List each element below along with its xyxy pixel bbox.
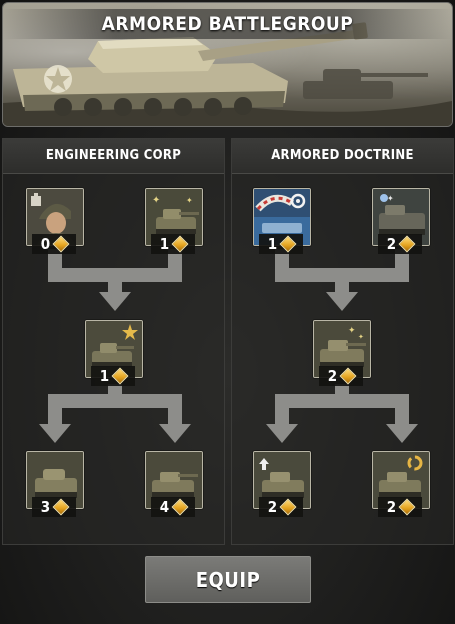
- gem-icon: [279, 235, 297, 253]
- skill-cost: 2: [378, 234, 422, 254]
- cost-value: 2: [386, 235, 397, 253]
- engineering-corp-panel: ENGINEERING CORP 0 ✦ ✦ 1 1 3 4: [2, 138, 225, 545]
- cost-value: 0: [40, 235, 51, 253]
- gem-icon: [171, 498, 189, 516]
- gem-icon: [52, 235, 70, 253]
- svg-text:✦: ✦: [186, 196, 193, 205]
- svg-text:✦: ✦: [152, 195, 160, 206]
- cost-value: 2: [386, 498, 397, 516]
- skill-cost: 2: [319, 366, 363, 386]
- cost-value: 1: [159, 235, 170, 253]
- cost-value: 4: [159, 498, 170, 516]
- skill-cost: 1: [259, 234, 303, 254]
- skill-cost: 3: [32, 497, 76, 517]
- skill-cost: 2: [259, 497, 303, 517]
- banner-title: ARMORED BATTLEGROUP: [3, 9, 452, 39]
- skill-cost: 1: [91, 366, 135, 386]
- skill-cost: 1: [151, 234, 195, 254]
- skill-cost: 4: [151, 497, 195, 517]
- gem-icon: [398, 235, 416, 253]
- cost-value: 2: [267, 498, 278, 516]
- armored-doctrine-panel: ARMORED DOCTRINE 1 ✦ 2 ✦ ✦ 2 2 2: [231, 138, 454, 545]
- gem-icon: [398, 498, 416, 516]
- gem-icon: [111, 367, 129, 385]
- skill-cost: 0: [32, 234, 76, 254]
- cost-value: 2: [327, 367, 338, 385]
- banner-image: ARMORED BATTLEGROUP: [2, 2, 453, 127]
- gem-icon: [339, 367, 357, 385]
- cost-value: 3: [40, 498, 51, 516]
- svg-text:✦: ✦: [358, 333, 364, 341]
- cost-value: 1: [267, 235, 278, 253]
- svg-text:✦: ✦: [348, 326, 356, 336]
- battlegroup-screen: ARMORED BATTLEGROUP ENGINEERING CORP 0 ✦…: [0, 0, 455, 624]
- skill-cost: 2: [378, 497, 422, 517]
- gem-icon: [279, 498, 297, 516]
- gem-icon: [52, 498, 70, 516]
- equip-button[interactable]: EQUIP: [145, 556, 311, 603]
- cost-value: 1: [99, 367, 110, 385]
- gem-icon: [171, 235, 189, 253]
- svg-text:✦: ✦: [387, 194, 394, 203]
